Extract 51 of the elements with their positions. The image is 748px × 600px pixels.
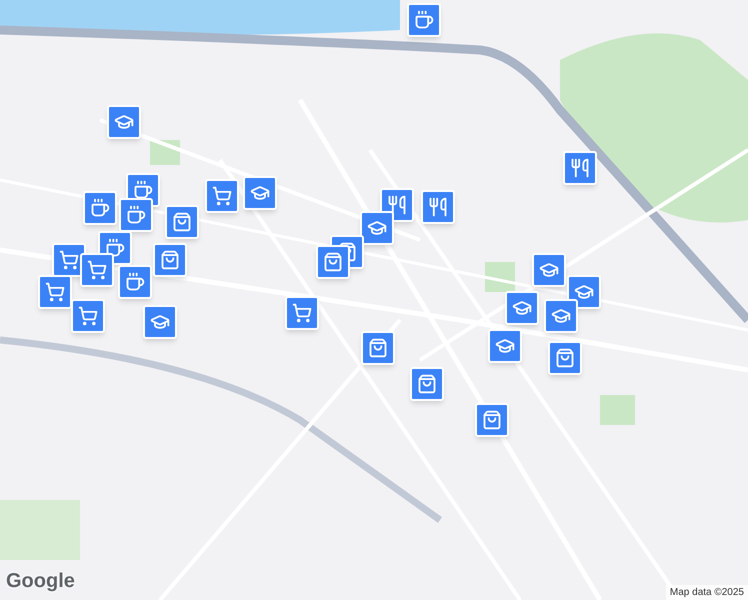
map-marker[interactable]	[407, 3, 441, 37]
map-marker[interactable]	[532, 253, 566, 287]
map-marker[interactable]	[165, 205, 199, 239]
map-attribution: Map data ©2025	[666, 585, 748, 600]
map-marker[interactable]	[563, 151, 597, 185]
map-marker[interactable]	[107, 105, 141, 139]
map-marker[interactable]	[567, 275, 601, 309]
fork-knife-icon	[387, 195, 407, 215]
map-marker[interactable]	[410, 367, 444, 401]
bag-icon	[323, 252, 343, 272]
map-marker[interactable]	[360, 211, 394, 245]
cup-icon	[90, 198, 110, 218]
map-marker[interactable]	[285, 296, 319, 330]
cup-icon	[125, 272, 145, 292]
cart-icon	[59, 250, 79, 270]
map-marker[interactable]	[243, 176, 277, 210]
cart-icon	[87, 260, 107, 280]
cup-icon	[133, 180, 153, 200]
cup-icon	[414, 10, 434, 30]
map-marker[interactable]	[548, 341, 582, 375]
map-marker[interactable]	[205, 179, 239, 213]
fork-knife-icon	[570, 158, 590, 178]
cart-icon	[78, 306, 98, 326]
cart-icon	[45, 282, 65, 302]
map-marker[interactable]	[153, 243, 187, 277]
bag-icon	[160, 250, 180, 270]
map-marker[interactable]	[38, 275, 72, 309]
bag-icon	[482, 410, 502, 430]
map-marker[interactable]	[143, 305, 177, 339]
map-marker[interactable]	[505, 291, 539, 325]
map-marker[interactable]	[118, 265, 152, 299]
map-marker[interactable]	[475, 403, 509, 437]
cup-icon	[105, 238, 125, 258]
map-marker[interactable]	[119, 198, 153, 232]
cart-icon	[212, 186, 232, 206]
map-marker[interactable]	[83, 191, 117, 225]
map-marker[interactable]	[316, 245, 350, 279]
map-marker[interactable]	[71, 299, 105, 333]
google-logo: Google	[6, 569, 75, 594]
map-marker[interactable]	[361, 331, 395, 365]
map-marker[interactable]	[544, 299, 578, 333]
bag-icon	[368, 338, 388, 358]
map-marker[interactable]	[421, 190, 455, 224]
map-marker[interactable]	[488, 329, 522, 363]
bag-icon	[417, 374, 437, 394]
cart-icon	[292, 303, 312, 323]
map-marker[interactable]	[80, 253, 114, 287]
fork-knife-icon	[428, 197, 448, 217]
bag-icon	[172, 212, 192, 232]
cup-icon	[126, 205, 146, 225]
bag-icon	[555, 348, 575, 368]
